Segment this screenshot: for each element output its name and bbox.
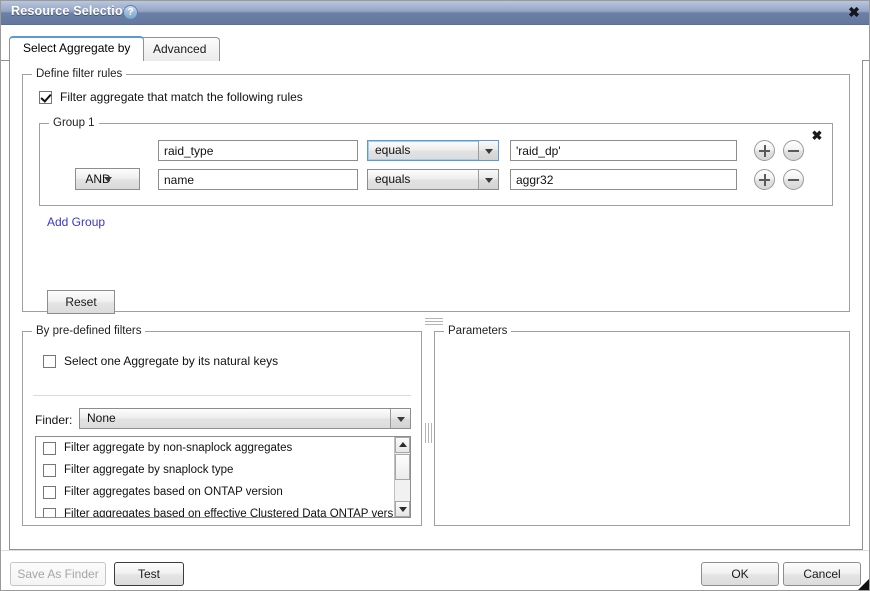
predefined-filter-label-0: Filter aggregate by non-snaplock aggrega… (64, 442, 293, 454)
scroll-down-arrow-icon[interactable] (395, 501, 410, 517)
natural-keys-checkbox-row[interactable]: Select one Aggregate by its natural keys (43, 354, 278, 368)
rule-operator-arrow-2[interactable] (478, 170, 498, 189)
remove-rule-button-2[interactable] (783, 169, 804, 190)
predefined-filter-label-1: Filter aggregate by snaplock type (64, 464, 234, 476)
window-title: Resource Selection (11, 4, 131, 18)
rule-operator-arrow-1[interactable] (478, 141, 498, 160)
predefined-filters-group: By pre-defined filters Select one Aggreg… (22, 325, 422, 526)
horizontal-splitter-grip[interactable] (425, 318, 443, 325)
rule-logic-select-2[interactable]: AND (75, 168, 140, 190)
rule-field-input-1[interactable] (158, 140, 358, 161)
scroll-thumb[interactable] (395, 454, 410, 480)
group-remove-icon[interactable]: ✖ (810, 129, 824, 143)
rule-operator-select-2[interactable]: equals (367, 169, 499, 190)
list-item[interactable]: Filter aggregates based on ONTAP version (36, 481, 410, 503)
finder-value: None (87, 411, 116, 425)
chevron-down-icon (396, 416, 405, 422)
scroll-up-arrow-icon[interactable] (395, 437, 410, 453)
finder-label: Finder: (35, 413, 73, 427)
natural-keys-checkbox[interactable] (43, 354, 56, 368)
footer-bar: Save As Finder Test OK Cancel (1, 550, 869, 590)
chevron-down-icon (103, 177, 112, 182)
predefined-filter-checkbox-1[interactable] (43, 463, 56, 477)
list-item[interactable]: Filter aggregates based on effective Clu… (36, 503, 410, 518)
remove-rule-button-1[interactable] (783, 140, 804, 161)
title-bar: Resource Selection ? ✖ (1, 1, 869, 25)
rule-operator-value-2: equals (375, 172, 411, 186)
tab-select-aggregate-by[interactable]: Select Aggregate by (9, 36, 145, 62)
close-icon[interactable]: ✖ (846, 4, 862, 20)
group-1-legend: Group 1 (49, 117, 99, 129)
vertical-splitter-grip[interactable] (425, 423, 432, 443)
filter-aggregate-checkbox[interactable] (39, 90, 52, 104)
save-as-finder-button[interactable]: Save As Finder (10, 562, 106, 586)
section-divider (33, 395, 411, 396)
list-item[interactable]: Filter aggregate by non-snaplock aggrega… (36, 437, 410, 459)
rule-field-input-2[interactable] (158, 169, 358, 190)
cancel-button[interactable]: Cancel (783, 562, 861, 586)
tab-strip: Select Aggregate by Advanced (1, 25, 869, 62)
rule-value-input-2[interactable] (510, 169, 737, 190)
reset-button[interactable]: Reset (47, 290, 115, 314)
rule-logic-value-2: AND (85, 172, 111, 186)
tab-panel: Define filter rules Filter aggregate tha… (9, 60, 863, 550)
ok-button[interactable]: OK (701, 562, 779, 586)
parameters-legend: Parameters (444, 325, 512, 337)
predefined-filters-legend: By pre-defined filters (32, 325, 146, 337)
predefined-filter-label-2: Filter aggregates based on ONTAP version (64, 486, 283, 498)
group-1: Group 1 ✖ equals AND equals (39, 117, 833, 206)
add-rule-button-2[interactable] (754, 169, 775, 190)
add-rule-button-1[interactable] (754, 140, 775, 161)
define-filter-rules-group: Define filter rules Filter aggregate tha… (22, 68, 850, 314)
help-icon[interactable]: ? (123, 5, 138, 20)
predefined-filter-label-3: Filter aggregates based on effective Clu… (64, 508, 409, 518)
filter-aggregate-checkbox-label: Filter aggregate that match the followin… (60, 90, 303, 104)
tab-advanced[interactable]: Advanced (139, 37, 221, 61)
list-scrollbar[interactable] (394, 437, 410, 517)
resource-selection-dialog: Resource Selection ? ✖ Select Aggregate … (0, 0, 870, 591)
rule-operator-value-1: equals (375, 143, 411, 157)
rule-operator-select-1[interactable]: equals (367, 140, 499, 161)
finder-select[interactable]: None (79, 408, 411, 429)
predefined-filter-checkbox-3[interactable] (43, 507, 56, 517)
finder-arrow[interactable] (390, 409, 410, 428)
chevron-down-icon (484, 177, 493, 183)
parameters-group: Parameters (434, 325, 850, 526)
predefined-filter-list[interactable]: Filter aggregate by non-snaplock aggrega… (35, 436, 411, 518)
list-item[interactable]: Filter aggregate by snaplock type (36, 459, 410, 481)
test-button[interactable]: Test (114, 562, 184, 586)
natural-keys-checkbox-label: Select one Aggregate by its natural keys (64, 354, 279, 368)
rule-value-input-1[interactable] (510, 140, 737, 161)
chevron-down-icon (484, 148, 493, 154)
predefined-filter-checkbox-2[interactable] (43, 485, 56, 499)
add-group-link[interactable]: Add Group (47, 215, 105, 229)
define-filter-rules-legend: Define filter rules (32, 68, 127, 80)
filter-aggregate-checkbox-row[interactable]: Filter aggregate that match the followin… (39, 90, 303, 104)
resize-grip-icon[interactable] (858, 579, 869, 590)
predefined-filter-checkbox-0[interactable] (43, 441, 56, 455)
